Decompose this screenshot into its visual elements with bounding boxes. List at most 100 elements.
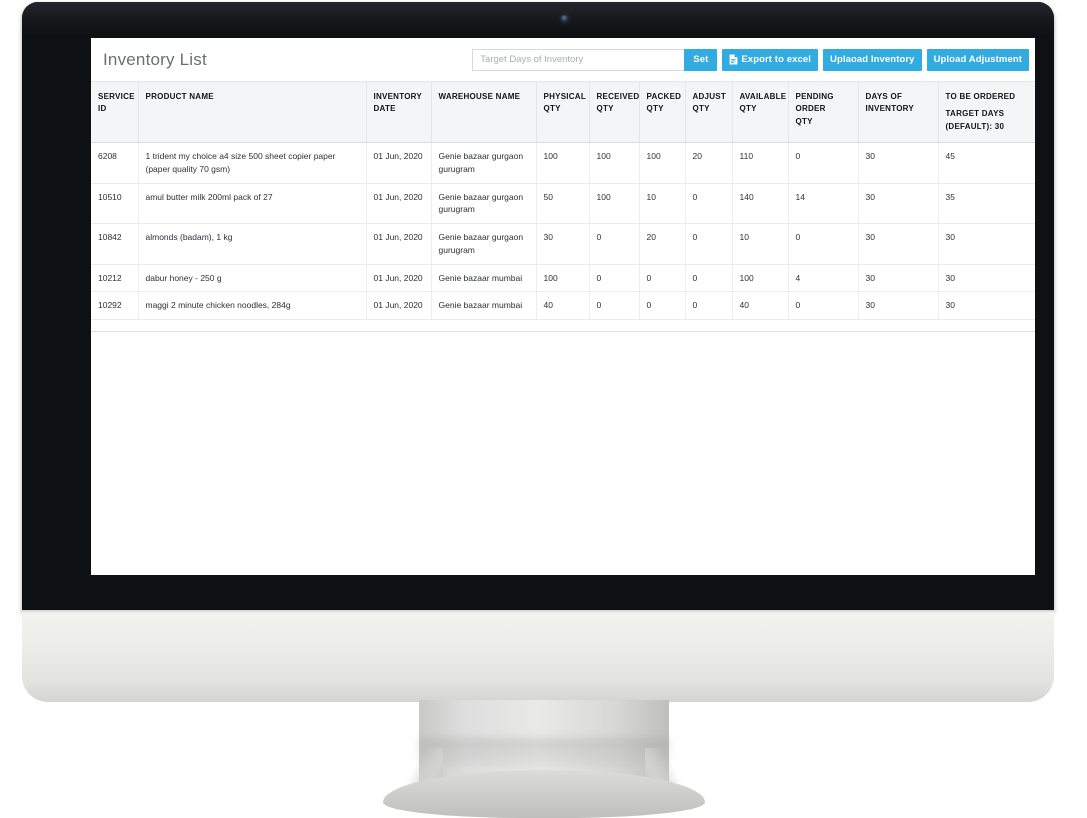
column-header-days_of_inventory: DAYS OF INVENTORY — [858, 82, 939, 144]
imac-monitor: Inventory List Set — [0, 0, 1087, 818]
column-header-line1: PENDING ORDER — [795, 92, 834, 114]
cell-service_id: 10292 — [91, 291, 139, 321]
cell-to_be_ordered: 35 — [938, 183, 1035, 225]
cell-warehouse_name: Genie bazaar gurgaon gurugram — [431, 223, 537, 265]
cell-adjust_qty: 0 — [685, 223, 733, 265]
monitor-chin — [22, 610, 1054, 702]
cell-available_qty: 10 — [732, 223, 789, 265]
column-header-received_qty: RECEIVED QTY — [589, 82, 640, 144]
column-header-line1: DAYS OF — [865, 92, 903, 101]
table-row[interactable]: 10292 maggi 2 minute chicken noodles, 284… — [91, 291, 1035, 321]
export-to-excel-label: Export to excel — [741, 53, 811, 65]
column-header-line1: PHYSICAL — [543, 92, 586, 101]
column-header-line1: TO BE ORDERED — [945, 92, 1016, 101]
column-header-line1: WAREHOUSE NAME — [438, 92, 521, 101]
screen: Inventory List Set — [91, 38, 1035, 575]
cell-available_qty: 110 — [732, 142, 789, 184]
table-header: SERVICE ID PRODUCT NAME INVENTORY DATE WAREHO… — [91, 82, 1035, 144]
cell-to_be_ordered: 30 — [938, 291, 1035, 321]
set-button[interactable]: Set — [684, 48, 718, 71]
column-header-inventory_date: INVENTORY DATE — [366, 82, 432, 144]
cell-pending_order_qty: 0 — [788, 291, 859, 321]
cell-available_qty: 40 — [732, 291, 789, 321]
cell-warehouse_name: Genie bazaar gurgaon gurugram — [431, 183, 537, 225]
cell-days_of_inventory: 30 — [858, 264, 939, 293]
column-header-line1: PRODUCT NAME — [145, 92, 214, 101]
cell-service_id: 10510 — [91, 183, 139, 225]
column-header-line1: AVAILABLE — [739, 92, 787, 101]
cell-product_name: dabur honey - 250 g — [138, 264, 367, 293]
cell-packed_qty: 20 — [639, 223, 686, 265]
cell-received_qty: 0 — [589, 264, 640, 293]
column-header-line2: INVENTORY — [865, 104, 914, 114]
column-header-line1: SERVICE — [98, 92, 135, 101]
cell-to_be_ordered: 45 — [938, 142, 1035, 184]
chin-top-edge — [22, 610, 1054, 613]
cell-days_of_inventory: 30 — [858, 142, 939, 184]
cell-inventory_date: 01 Jun, 2020 — [366, 183, 432, 225]
target-days-input[interactable] — [472, 48, 685, 71]
inventory-app: Inventory List Set — [91, 38, 1035, 575]
cell-service_id: 6208 — [91, 142, 139, 184]
export-to-excel-button[interactable]: Export to excel — [722, 48, 818, 71]
monitor-bezel: Inventory List Set — [22, 2, 1054, 612]
webcam-icon — [561, 15, 568, 22]
cell-inventory_date: 01 Jun, 2020 — [366, 223, 432, 265]
cell-to_be_ordered: 30 — [938, 223, 1035, 265]
cell-packed_qty: 0 — [639, 291, 686, 321]
table-row[interactable]: 10212 dabur honey - 250 g 01 Jun, 2020 Geni… — [91, 264, 1035, 293]
column-header-line3: (DEFAULT): 30 — [945, 121, 1005, 131]
cell-adjust_qty: 20 — [685, 142, 733, 184]
table-row[interactable]: 10510 amul butter milk 200ml pack of 27 01… — [91, 183, 1035, 225]
column-header-line1: PACKED — [646, 92, 682, 101]
table-row[interactable]: 10842 almonds (badam), 1 kg 01 Jun, 2020 Ge… — [91, 223, 1035, 265]
cell-days_of_inventory: 30 — [858, 291, 939, 321]
upload-adjustment-button[interactable]: Upload Adjustment — [926, 48, 1029, 71]
cell-available_qty: 140 — [732, 183, 789, 225]
column-header-line2: QTY — [739, 104, 757, 114]
cell-pending_order_qty: 0 — [788, 223, 859, 265]
inventory-table: SERVICE ID PRODUCT NAME INVENTORY DATE WAREHO… — [91, 82, 1035, 321]
neck-shadow — [419, 738, 669, 768]
upload-inventory-button[interactable]: Uplaoad Inventory — [822, 48, 922, 71]
cell-pending_order_qty: 0 — [788, 142, 859, 184]
table-row[interactable]: 6208 1 trident my choice a4 size 500 shee… — [91, 142, 1035, 184]
column-header-line2: QTY — [692, 104, 710, 114]
cell-adjust_qty: 0 — [685, 264, 733, 293]
cell-warehouse_name: Genie bazaar mumbai — [431, 264, 537, 293]
cell-product_name: 1 trident my choice a4 size 500 sheet co… — [138, 142, 367, 184]
table-header-row: SERVICE ID PRODUCT NAME INVENTORY DATE WAREHO… — [91, 82, 1035, 144]
column-header-physical_qty: PHYSICAL QTY — [536, 82, 590, 144]
column-header-line1: ADJUST — [692, 92, 727, 101]
inventory-table-wrapper: SERVICE ID PRODUCT NAME INVENTORY DATE WAREHO… — [91, 82, 1035, 333]
cell-product_name: almonds (badam), 1 kg — [138, 223, 367, 265]
cell-inventory_date: 01 Jun, 2020 — [366, 291, 432, 321]
column-header-available_qty: AVAILABLE QTY — [732, 82, 789, 144]
cell-to_be_ordered: 30 — [938, 264, 1035, 293]
table-body: 6208 1 trident my choice a4 size 500 shee… — [91, 142, 1035, 321]
column-header-product_name: PRODUCT NAME — [138, 82, 367, 144]
page-title: Inventory List — [103, 49, 207, 69]
cell-physical_qty: 100 — [536, 264, 590, 293]
column-header-line2: TARGET DAYS — [945, 109, 1005, 119]
column-header-service_id: SERVICE ID — [91, 82, 139, 144]
cell-packed_qty: 100 — [639, 142, 686, 184]
cell-received_qty: 100 — [589, 183, 640, 225]
cell-available_qty: 100 — [732, 264, 789, 293]
column-header-to_be_ordered: TO BE ORDERED TARGET DAYS (DEFAULT): 30 — [938, 82, 1035, 144]
table-bottom-rule — [91, 331, 1035, 333]
column-header-line2: QTY — [543, 104, 561, 114]
cell-physical_qty: 40 — [536, 291, 590, 321]
column-header-line2: DATE — [373, 104, 396, 114]
cell-received_qty: 100 — [589, 142, 640, 184]
document-icon — [729, 54, 738, 65]
column-header-line2: QTY — [596, 104, 614, 114]
cell-packed_qty: 10 — [639, 183, 686, 225]
cell-physical_qty: 50 — [536, 183, 590, 225]
cell-inventory_date: 01 Jun, 2020 — [366, 264, 432, 293]
column-header-line1: RECEIVED — [596, 92, 640, 101]
toolbar: Set — [472, 48, 1029, 71]
target-days-group: Set — [472, 48, 718, 71]
cell-physical_qty: 30 — [536, 223, 590, 265]
cell-product_name: maggi 2 minute chicken noodles, 284g — [138, 291, 367, 321]
